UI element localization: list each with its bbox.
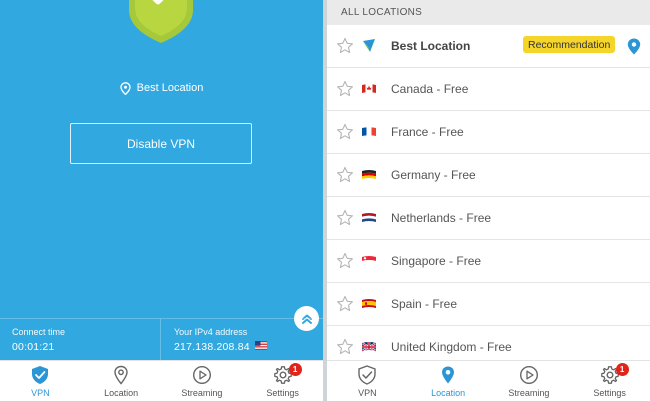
location-pin-icon — [114, 365, 128, 385]
nav-vpn-label: VPN — [31, 388, 50, 398]
nav-location-label: Location — [431, 388, 466, 398]
shield-check-icon — [32, 366, 49, 384]
bottom-nav-right: VPN Location Streaming 1 Settings — [327, 360, 650, 401]
singapore-flag-icon — [362, 256, 376, 265]
location-name: Singapore - Free — [391, 254, 482, 268]
location-name: France - Free — [391, 125, 464, 139]
bottom-nav-left: VPN Location Streaming 1 Settings — [0, 360, 323, 401]
nav-settings-label: Settings — [593, 388, 626, 398]
location-list: Best Location Recommendation Canada - Fr… — [327, 25, 650, 360]
ip-address-cell: Your IPv4 address 217.138.208.84 — [161, 319, 323, 360]
canada-flag-icon — [362, 84, 376, 93]
play-circle-icon — [192, 365, 211, 385]
shield-check-icon — [129, 0, 193, 43]
nav-settings[interactable]: 1 Settings — [569, 361, 650, 401]
nav-streaming-label: Streaming — [181, 388, 223, 398]
location-item-netherlands[interactable]: Netherlands - Free — [327, 197, 650, 240]
location-pin-icon — [120, 81, 131, 95]
star-icon[interactable] — [336, 37, 354, 55]
star-icon[interactable] — [336, 252, 354, 270]
location-item-france[interactable]: France - Free — [327, 111, 650, 154]
shield-check-icon — [358, 365, 377, 385]
nav-settings[interactable]: 1 Settings — [242, 361, 323, 401]
ip-address-label: Your IPv4 address — [174, 327, 248, 337]
star-icon[interactable] — [336, 338, 354, 356]
netherlands-flag-icon — [362, 213, 376, 222]
location-name: Canada - Free — [391, 82, 469, 96]
nav-vpn-label: VPN — [358, 388, 377, 398]
nav-streaming[interactable]: Streaming — [162, 361, 243, 401]
location-item-canada[interactable]: Canada - Free — [327, 68, 650, 111]
location-item-best[interactable]: Best Location Recommendation — [327, 25, 650, 68]
spain-flag-icon — [362, 299, 376, 308]
nav-location[interactable]: Location — [81, 361, 162, 401]
location-item-singapore[interactable]: Singapore - Free — [327, 240, 650, 283]
nav-settings-label: Settings — [266, 388, 299, 398]
star-icon[interactable] — [336, 80, 354, 98]
best-location-label: Best Location — [136, 82, 204, 94]
best-location-icon — [363, 39, 375, 52]
nav-location-label: Location — [104, 388, 139, 398]
connection-info-bar: Connect time 00:01:21 Your IPv4 address … — [0, 318, 323, 360]
star-icon[interactable] — [336, 295, 354, 313]
location-name: United Kingdom - Free — [391, 340, 512, 354]
location-item-spain[interactable]: Spain - Free — [327, 283, 650, 326]
location-pin-icon — [627, 38, 641, 54]
play-circle-icon — [519, 365, 538, 385]
vpn-status-area: Best Location Disable VPN Connect time 0… — [0, 0, 323, 360]
location-name: Best Location — [391, 39, 471, 53]
star-icon[interactable] — [336, 123, 354, 141]
all-locations-header: ALL LOCATIONS — [327, 0, 650, 25]
connect-time-value: 00:01:21 — [12, 341, 55, 353]
nav-vpn[interactable]: VPN — [327, 361, 408, 401]
star-icon[interactable] — [336, 166, 354, 184]
vpn-screen: Best Location Disable VPN Connect time 0… — [0, 0, 323, 401]
connect-time-label: Connect time — [12, 327, 66, 337]
ip-address-value: 217.138.208.84 — [174, 341, 250, 353]
location-name: Germany - Free — [391, 168, 476, 182]
nav-vpn[interactable]: VPN — [0, 361, 81, 401]
settings-notification-badge: 1 — [288, 363, 302, 376]
recommendation-badge: Recommendation — [523, 36, 616, 53]
location-pin-icon — [442, 366, 455, 384]
nav-streaming[interactable]: Streaming — [489, 361, 570, 401]
disable-vpn-button[interactable]: Disable VPN — [70, 123, 252, 164]
star-icon[interactable] — [336, 209, 354, 227]
location-item-germany[interactable]: Germany - Free — [327, 154, 650, 197]
settings-notification-badge: 1 — [615, 363, 629, 376]
nav-streaming-label: Streaming — [508, 388, 550, 398]
us-flag-icon — [255, 341, 267, 350]
uk-flag-icon — [361, 342, 377, 352]
germany-flag-icon — [362, 170, 376, 179]
location-name: Spain - Free — [391, 297, 458, 311]
connect-time-cell: Connect time 00:01:21 — [0, 319, 161, 360]
france-flag-icon — [362, 127, 376, 136]
location-name: Netherlands - Free — [391, 211, 492, 225]
best-location-indicator[interactable]: Best Location — [0, 80, 323, 96]
nav-location[interactable]: Location — [408, 361, 489, 401]
locations-screen: ALL LOCATIONS Best Location Recommendati… — [327, 0, 650, 360]
location-item-uk[interactable]: United Kingdom - Free — [327, 326, 650, 360]
